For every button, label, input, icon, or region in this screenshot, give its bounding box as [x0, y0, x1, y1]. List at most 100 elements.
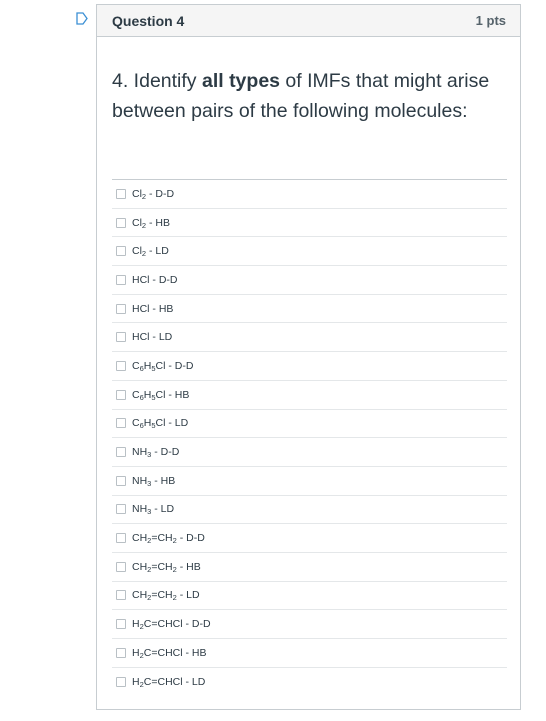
answer-checkbox[interactable] — [116, 475, 126, 486]
answer-label: NH3 - LD — [132, 503, 174, 515]
question-header: Question 4 1 pts — [97, 5, 520, 37]
answer-option[interactable]: NH3 - LD — [112, 496, 507, 525]
answer-label: CH2=CH2 - LD — [132, 589, 200, 601]
answer-checkbox[interactable] — [116, 561, 126, 572]
answer-label: Cl2 - HB — [132, 217, 170, 229]
question-card: Question 4 1 pts 4. Identify all types o… — [96, 4, 521, 710]
answer-option[interactable]: Cl2 - HB — [112, 209, 507, 238]
bookmark-flag-icon[interactable] — [76, 12, 88, 25]
answer-option[interactable]: HCl - HB — [112, 295, 507, 324]
answer-label: CH2=CH2 - D-D — [132, 532, 205, 544]
answer-option[interactable]: CH2=CH2 - LD — [112, 582, 507, 611]
answer-label-mol: H — [132, 618, 140, 631]
answer-label-mol: CH — [132, 560, 148, 573]
answer-label-imf: - LD — [149, 331, 173, 344]
answer-checkbox[interactable] — [116, 647, 126, 658]
answer-label: C6H5Cl - LD — [132, 417, 188, 429]
answer-option[interactable]: HCl - D-D — [112, 266, 507, 295]
answer-option[interactable]: H2C=CHCl - LD — [112, 668, 507, 697]
answer-label-imf: - D-D — [146, 187, 175, 200]
answer-option[interactable]: C6H5Cl - HB — [112, 381, 507, 410]
answer-checkbox[interactable] — [116, 389, 126, 400]
answer-label: NH3 - D-D — [132, 446, 179, 458]
answer-label-rest2: Cl — [155, 388, 166, 401]
answer-label-imf: - HB — [165, 388, 190, 401]
answer-label: NH3 - HB — [132, 475, 175, 487]
answer-label-mol: HCl — [132, 331, 150, 344]
answer-label-imf: - HB — [146, 216, 171, 229]
answer-label-rest: C=CHCl — [143, 676, 183, 689]
answer-checkbox[interactable] — [116, 360, 126, 371]
answer-checkbox[interactable] — [116, 418, 126, 429]
answer-label-imf: - LD — [182, 676, 206, 689]
answer-label-rest: =CH — [151, 532, 173, 545]
answer-label: C6H5Cl - D-D — [132, 360, 193, 372]
answer-checkbox[interactable] — [116, 246, 126, 257]
answer-label-imf: - HB — [151, 474, 176, 487]
answer-label: HCl - D-D — [132, 274, 178, 286]
answer-label-mol: C — [132, 388, 140, 401]
question-text-bold: all types — [201, 70, 281, 92]
answer-label-mol: H — [132, 676, 140, 689]
answer-checkbox[interactable] — [116, 533, 126, 544]
answer-option[interactable]: Cl2 - D-D — [112, 180, 507, 209]
answer-label: Cl2 - LD — [132, 245, 169, 257]
answer-label: H2C=CHCl - D-D — [132, 618, 211, 630]
answer-label-mol: C — [132, 359, 140, 372]
question-text: 4. Identify all types of IMFs that might… — [112, 66, 504, 126]
answer-label: C6H5Cl - HB — [132, 389, 189, 401]
answer-checkbox[interactable] — [116, 274, 126, 285]
answer-option[interactable]: C6H5Cl - D-D — [112, 352, 507, 381]
answer-option[interactable]: Cl2 - LD — [112, 237, 507, 267]
answer-label-mol: NH — [132, 503, 148, 516]
answer-checkbox[interactable] — [116, 677, 126, 688]
answer-label-mol: Cl — [132, 245, 142, 258]
answer-option[interactable]: H2C=CHCl - D-D — [112, 610, 507, 639]
answer-option[interactable]: HCl - LD — [112, 323, 507, 353]
answer-list: Cl2 - D-D Cl2 - HB Cl2 - LD HCl - D-D HCl - … — [112, 179, 507, 696]
answer-label-imf: - HB — [149, 302, 174, 315]
answer-label-mol: HCl — [132, 273, 150, 286]
answer-label: H2C=CHCl - HB — [132, 647, 206, 659]
answer-label: HCl - LD — [132, 331, 172, 343]
question-title: Question 4 — [112, 12, 185, 29]
answer-checkbox[interactable] — [116, 590, 126, 601]
answer-label-rest: C=CHCl — [143, 646, 183, 659]
answer-option[interactable]: NH3 - D-D — [112, 438, 507, 467]
answer-checkbox[interactable] — [116, 504, 126, 515]
answer-label-mol: CH — [132, 532, 148, 545]
answer-checkbox[interactable] — [116, 188, 126, 199]
answer-checkbox[interactable] — [116, 332, 126, 343]
answer-option[interactable]: NH3 - HB — [112, 467, 507, 496]
answer-label-rest: C=CHCl — [143, 618, 183, 631]
answer-label-mol: CH — [132, 589, 148, 602]
answer-option[interactable]: CH2=CH2 - HB — [112, 553, 507, 582]
answer-label-imf: - D-D — [165, 359, 194, 372]
answer-label-rest2: Cl — [155, 359, 166, 372]
answer-label-imf: - D-D — [176, 532, 205, 545]
answer-label: H2C=CHCl - LD — [132, 676, 205, 688]
answer-checkbox[interactable] — [116, 217, 126, 228]
answer-label-mol: C — [132, 417, 140, 430]
answer-label: HCl - HB — [132, 303, 173, 315]
answer-label-imf: - LD — [151, 503, 175, 516]
question-text-number: 4. Identify — [112, 70, 202, 92]
answer-option[interactable]: C6H5Cl - LD — [112, 410, 507, 439]
answer-label-imf: - D-D — [149, 273, 178, 286]
answer-label-mol: Cl — [132, 216, 142, 229]
answer-checkbox[interactable] — [116, 619, 126, 630]
question-points: 1 pts — [475, 13, 506, 28]
answer-label-imf: - HB — [176, 560, 201, 573]
answer-label-mol: Cl — [132, 187, 142, 200]
answer-checkbox[interactable] — [116, 447, 126, 458]
answer-label: Cl2 - D-D — [132, 188, 174, 200]
answer-label-mol: NH — [132, 474, 148, 487]
answer-checkbox[interactable] — [116, 303, 126, 314]
answer-label-imf: - LD — [176, 589, 200, 602]
answer-label-imf: - D-D — [182, 618, 211, 631]
answer-label-mol: H — [132, 646, 140, 659]
answer-option[interactable]: H2C=CHCl - HB — [112, 639, 507, 668]
answer-label-imf: - LD — [146, 245, 169, 258]
answer-label-mol: NH — [132, 446, 148, 459]
answer-option[interactable]: CH2=CH2 - D-D — [112, 524, 507, 553]
